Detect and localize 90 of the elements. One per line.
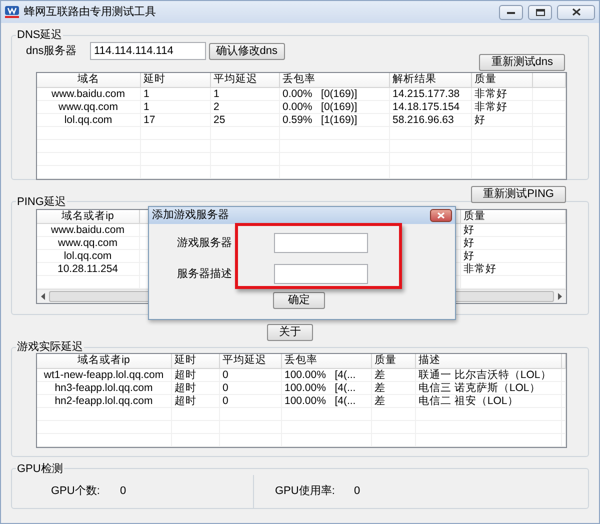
column-header[interactable]: 解析结果 [389, 73, 471, 87]
column-header[interactable]: 域名或者ip [37, 354, 171, 368]
table-cell: 差 [371, 394, 415, 407]
table-cell: 非常好 [471, 100, 532, 113]
group-title: GPU检测 [16, 462, 64, 474]
scroll-right-icon[interactable] [556, 292, 564, 301]
table-cell: hn2-feapp.lol.qq.com [37, 394, 171, 407]
field-label: dns服务器 [26, 44, 78, 59]
table-cell: 100.00% [4(... [281, 381, 371, 394]
field-label: 游戏服务器 [176, 236, 232, 251]
field-value: 0 [120, 484, 126, 499]
table-cell: 17 [140, 113, 210, 126]
table-cell: 联通一 比尔吉沃特（LOL） [415, 368, 561, 381]
table-cell: 14.18.175.154 [389, 100, 471, 113]
table-cell: 电信二 祖安（LOL） [415, 394, 561, 407]
table-cell: 0 [219, 368, 281, 381]
table-cell: 1 [140, 100, 210, 113]
column-header[interactable]: 质量 [471, 73, 532, 87]
table-cell: hn3-feapp.lol.qq.com [37, 381, 171, 394]
table-cell: 差 [371, 368, 415, 381]
retest-button[interactable]: 重新测试PING [471, 186, 566, 202]
about-button[interactable]: 关于 [267, 324, 313, 341]
table-cell: lol.qq.com [37, 113, 140, 126]
window-title: 蜂网互联路由专用测试工具 [24, 4, 157, 20]
close-icon [437, 212, 445, 219]
maximize-icon [536, 8, 544, 16]
ok-button[interactable]: 确定 [273, 292, 325, 309]
table-cell: www.qq.com [37, 100, 140, 113]
close-icon [572, 8, 580, 16]
table-cell: 100.00% [4(... [281, 368, 371, 381]
table-cell: 58.216.96.63 [389, 113, 471, 126]
column-header[interactable]: 平均延迟 [219, 354, 281, 368]
app-logo-icon [5, 6, 19, 18]
table-cell: 好 [460, 224, 566, 236]
maximize-button[interactable] [528, 4, 552, 20]
field-value: 0 [354, 484, 360, 499]
column-header[interactable]: 质量 [460, 210, 566, 224]
table-cell: 差 [371, 381, 415, 394]
server-input[interactable]: 114.114.114.114 [90, 42, 206, 60]
scroll-left-icon[interactable] [39, 292, 47, 301]
table-cell: 100.00% [4(... [281, 394, 371, 407]
table-cell: 1 [210, 87, 279, 100]
table-cell: 超时 [171, 381, 219, 394]
table-cell: 非常好 [460, 262, 566, 276]
close-button[interactable] [557, 4, 595, 20]
table-cell: 2 [210, 100, 279, 113]
table-cell: 好 [460, 236, 566, 250]
column-header[interactable]: 域名或者ip [37, 210, 139, 224]
table-cell: 好 [460, 250, 566, 262]
table-cell: 电信三 诺克萨斯（LOL） [415, 381, 561, 394]
column-header[interactable]: 延时 [171, 354, 219, 368]
text-input[interactable] [274, 233, 368, 253]
table-cell: 1 [140, 87, 210, 100]
confirm-button[interactable]: 确认修改dns [208, 42, 284, 60]
table-cell: wt1-new-feapp.lol.qq.com [37, 368, 171, 381]
minimize-button[interactable] [499, 4, 523, 20]
table-cell: 0.59% [1(169)] [279, 113, 389, 126]
table-cell: 非常好 [471, 87, 532, 100]
table-cell: 0.00% [0(169)] [279, 100, 389, 113]
retest-button[interactable]: 重新测试dns [479, 54, 565, 71]
field-label: 服务器描述 [176, 266, 232, 282]
table-cell: 好 [471, 113, 532, 126]
table-cell: 0.00% [0(169)] [279, 87, 389, 100]
column-header[interactable]: 丢包率 [279, 73, 389, 87]
table-cell: 10.28.11.254 [37, 262, 139, 276]
table-cell: 0 [219, 381, 281, 394]
text-input[interactable] [274, 264, 368, 284]
table-cell: www.qq.com [37, 236, 139, 250]
table-cell: 0 [219, 394, 281, 407]
column-header[interactable]: 域名 [37, 73, 140, 87]
close-button[interactable] [430, 209, 452, 222]
column-header[interactable]: 丢包率 [281, 354, 371, 368]
field-label: GPU个数: [51, 484, 101, 499]
table-cell: 25 [210, 113, 279, 126]
table-cell: www.baidu.com [37, 87, 140, 100]
table-cell: 超时 [171, 394, 219, 407]
column-header[interactable]: 描述 [415, 354, 561, 368]
table-cell: 超时 [171, 368, 219, 381]
group-title: DNS延迟 [16, 29, 64, 41]
dialog-title: 添加游戏服务器 [152, 208, 230, 224]
column-header[interactable]: 平均延迟 [210, 73, 279, 87]
group-title: PING延迟 [16, 196, 67, 208]
column-header[interactable]: 质量 [371, 354, 415, 368]
table-cell: 14.215.177.38 [389, 87, 471, 100]
minimize-icon [507, 9, 515, 15]
table-cell: www.baidu.com [37, 224, 139, 236]
column-header[interactable]: 延时 [140, 73, 210, 87]
field-label: GPU使用率: [275, 484, 336, 499]
table-cell: lol.qq.com [37, 250, 139, 262]
group-title: 游戏实际延迟 [16, 341, 84, 353]
